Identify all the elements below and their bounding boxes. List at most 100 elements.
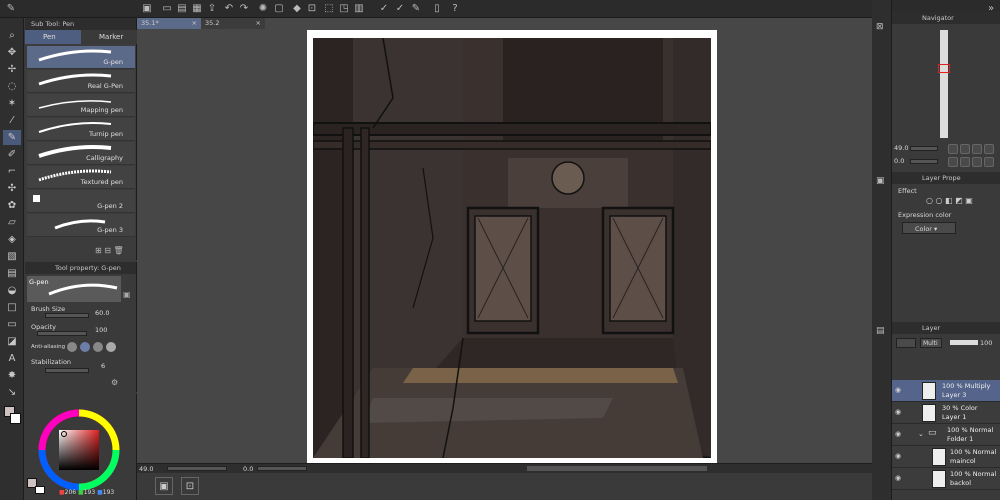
save-icon[interactable]: ▦ [190,2,204,16]
brush-item[interactable]: Real G-Pen [27,70,135,93]
fill-icon[interactable]: ◆ [290,2,304,16]
brush-size-value[interactable]: 60.0 [95,309,109,317]
navigator-thumbnail[interactable] [940,30,948,138]
navigator-angle-slider[interactable] [910,159,938,164]
frame-icon[interactable]: ▭ [3,317,21,332]
lasso-icon[interactable]: ◌ [3,79,21,94]
clear-icon[interactable]: ▢ [272,2,286,16]
check-pen2-icon[interactable]: ✓ [393,2,407,16]
angle-value[interactable]: 0.0 [243,465,253,473]
stabilization-value[interactable]: 6 [101,362,105,370]
decoration-icon[interactable]: ✿ [3,198,21,213]
new-file-icon[interactable]: ▭ [160,2,174,16]
actual-size-icon[interactable] [984,144,994,154]
open-folder-icon[interactable]: ▤ [175,2,189,16]
eye-icon[interactable]: ◉ [895,474,903,482]
brush-item[interactable]: Calligraphy [27,142,135,165]
brush-icon[interactable]: ✎ [409,2,423,16]
check-pen-icon[interactable]: ✓ [377,2,391,16]
angle-slider[interactable] [257,466,307,471]
move-icon[interactable]: ✥ [3,45,21,60]
panel-toggle-icon[interactable]: ▣ [155,477,173,495]
layer-row[interactable]: ◉ 100 % Normal maincol [892,446,1000,468]
eye-icon[interactable]: ◉ [895,386,903,394]
zoom-in-icon[interactable] [960,144,970,154]
gradient-icon[interactable]: ▤ [3,266,21,281]
layer-row[interactable]: ◉ 100 % Normal backol [892,468,1000,490]
eraser-icon[interactable]: ▱ [3,215,21,230]
tab-marker[interactable]: Marker [81,30,137,44]
lock-icon[interactable]: ▣ [123,290,133,300]
color-swatch-sub[interactable] [35,486,45,494]
blend-mode-select[interactable]: Multi [920,338,942,348]
layer-icon[interactable]: ▤ [876,326,885,336]
blend-icon[interactable]: ◈ [3,232,21,247]
settings-icon[interactable]: ⚙ [111,378,121,388]
layer-opacity-value[interactable]: 100 [980,339,992,347]
transform-icon[interactable]: ⊡ [305,2,319,16]
flip-icon[interactable] [984,157,994,167]
color-wheel[interactable] [37,408,121,492]
eye-icon[interactable]: ◉ [895,430,903,438]
redo-icon[interactable]: ↷ [237,2,251,16]
layer-opacity-slider[interactable] [950,340,978,345]
subtool-actions-icon[interactable]: ⊞ ⊟ 🗑 [95,246,135,258]
zoom-slider[interactable] [167,466,227,471]
operation-icon[interactable]: ✢ [3,62,21,77]
airbrush-icon[interactable]: ✣ [3,181,21,196]
layer-row[interactable]: ◉ 100 % Multiply Layer 3 [892,380,1000,402]
figure-icon[interactable]: □ [3,300,21,315]
stabilization-slider[interactable] [45,368,89,373]
correct-line-icon[interactable]: ↘ [3,385,21,400]
eye-icon[interactable]: ◉ [895,452,903,460]
canvas-paper[interactable] [307,30,717,464]
brush-size-slider[interactable] [45,313,89,318]
layer-row[interactable]: ◉ 30 % Color Layer 1 [892,402,1000,424]
select-all-icon[interactable]: ▥ [352,2,366,16]
eyedropper-icon[interactable]: ⁄ [3,113,21,128]
brush-item[interactable]: G-pen 3 [27,214,135,237]
effect-buttons[interactable]: ○ ○ ◧ ◩ ▣ [926,196,996,208]
expression-color-select[interactable]: Color ▾ [902,222,956,234]
zoom-out-icon[interactable] [948,144,958,154]
camera-icon[interactable]: ▣ [140,2,154,16]
text-icon[interactable]: A [3,351,21,366]
antialias-strong-button[interactable] [106,342,116,352]
opacity-slider[interactable] [37,331,87,336]
pencil-icon[interactable]: ✐ [3,147,21,162]
navigator-viewport[interactable] [938,64,950,73]
brush-item[interactable]: G-pen [27,46,135,69]
pen-tool-icon[interactable]: ✎ [3,130,21,145]
tab-pen[interactable]: Pen [25,30,81,44]
help-icon[interactable]: ? [448,2,462,16]
fit-screen-icon[interactable]: ⊡ [181,477,199,495]
navigator-zoom-slider[interactable] [910,146,938,151]
antialias-medium-button[interactable] [93,342,103,352]
brush-item[interactable]: Mapping pen [27,94,135,117]
horizontal-scrollbar[interactable] [527,466,707,471]
tab-document-2[interactable]: 35.2 × [201,18,265,29]
layer-color-icon[interactable] [896,338,916,348]
loading-icon[interactable]: ✺ [256,2,270,16]
zoom-icon[interactable]: ⌕ [3,28,21,43]
export-icon[interactable]: ⇪ [205,2,219,16]
undo-icon[interactable]: ↶ [222,2,236,16]
brush-tool-icon[interactable]: ⌐ [3,164,21,179]
ruler-icon[interactable]: ◪ [3,334,21,349]
tab-document-1[interactable]: 35.1* × [137,18,201,29]
invert-selection-icon[interactable]: ◳ [337,2,351,16]
zoom-value[interactable]: 49.0 [139,465,153,473]
document-icon[interactable]: ▯ [430,2,444,16]
eye-icon[interactable]: ◉ [895,408,903,416]
antialias-none-button[interactable] [67,342,77,352]
bucket-icon[interactable]: ◒ [3,283,21,298]
fit-icon[interactable] [972,144,982,154]
layer-property-icon[interactable]: ▣ [876,176,885,186]
antialias-weak-button[interactable] [80,342,90,352]
opacity-value[interactable]: 100 [95,326,107,334]
deselect-icon[interactable]: ⬚ [322,2,336,16]
layer-row[interactable]: ◉ ⌄ ▭ 100 % Normal Folder 1 [892,424,1000,446]
balloon-icon[interactable]: ✸ [3,368,21,383]
chevron-down-icon[interactable]: ⌄ [918,430,924,438]
brush-item[interactable]: Turnip pen [27,118,135,141]
